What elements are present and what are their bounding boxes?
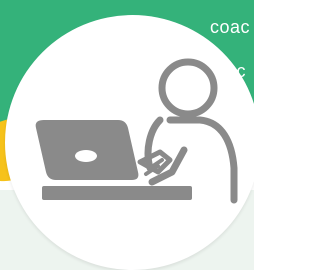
page: coac c xyxy=(0,0,254,270)
laptop-logo xyxy=(75,150,97,162)
person-at-laptop-icon xyxy=(35,58,238,204)
laptop-base xyxy=(42,186,192,200)
person-head xyxy=(158,58,218,118)
laptop-screen xyxy=(35,120,139,180)
